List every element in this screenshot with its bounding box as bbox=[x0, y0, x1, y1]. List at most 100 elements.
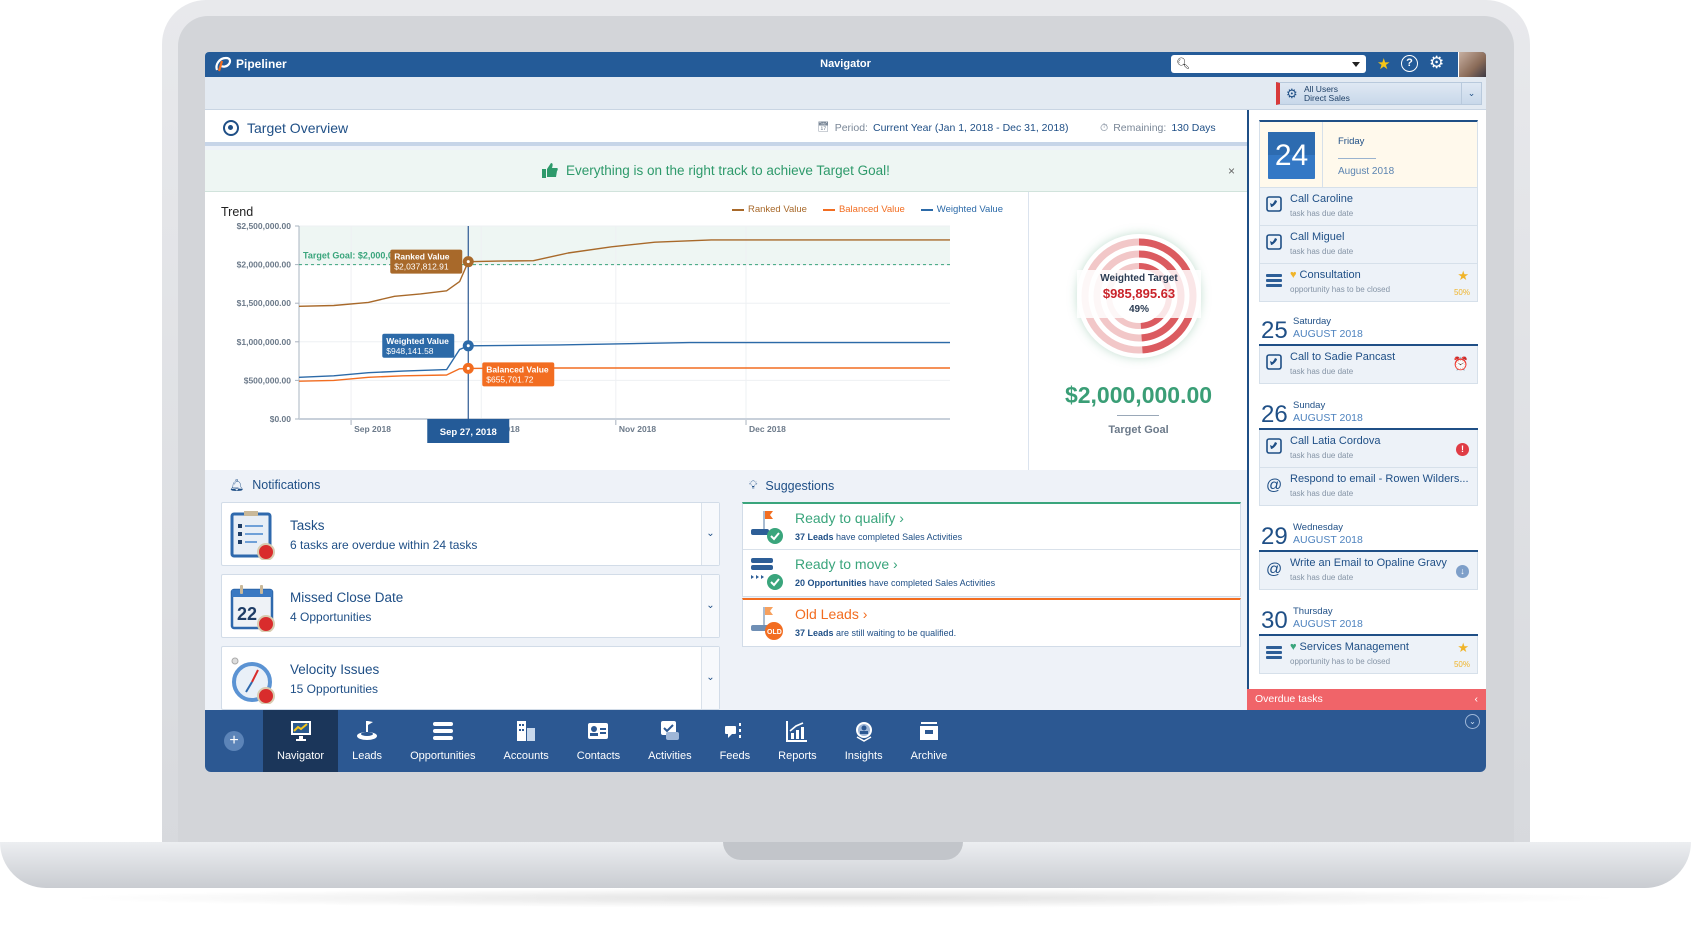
banner-message: Everything is on the right track to achi… bbox=[566, 163, 890, 178]
task-subtitle: opportunity has to be closed bbox=[1290, 285, 1391, 294]
expand-chevron-icon[interactable]: ⌄ bbox=[701, 503, 719, 565]
suggestion-title[interactable]: Ready to move › bbox=[795, 556, 898, 572]
target-goal-panel: Weighted Target $985,895.63 49% $2,000,0… bbox=[1028, 192, 1247, 470]
gauge-value: $985,895.63 bbox=[1102, 286, 1176, 301]
navigator-icon bbox=[289, 720, 313, 745]
notification-card-tasks[interactable]: Tasks 6 tasks are overdue within 24 task… bbox=[221, 502, 720, 566]
agenda-task[interactable]: @ Write an Email to Opaline Gravy task has… bbox=[1259, 552, 1478, 590]
nav-feeds[interactable]: Feeds bbox=[706, 710, 765, 772]
day-month: AUGUST 2018 bbox=[1293, 412, 1363, 424]
suggestions-header: 💡︎ Suggestions bbox=[749, 478, 834, 493]
nav-contacts[interactable]: Contacts bbox=[563, 710, 634, 772]
status-banner: Everything is on the right track to achi… bbox=[205, 150, 1247, 192]
nav-reports[interactable]: Reports bbox=[764, 710, 831, 772]
agenda-task[interactable]: Call Caroline task has due date bbox=[1259, 188, 1478, 226]
today-header: 24 Friday August 2018 bbox=[1259, 120, 1478, 188]
page-title: Target Overview bbox=[247, 120, 349, 136]
archive-icon bbox=[917, 720, 941, 745]
period-label: Period: bbox=[834, 122, 868, 134]
notification-card-missed-close-date[interactable]: 22 Missed Close Date 4 Opportunities ⌄ bbox=[221, 574, 720, 638]
expand-chevron-icon[interactable]: ⌄ bbox=[701, 647, 719, 709]
remaining-value: 130 Days bbox=[1171, 122, 1216, 134]
suggestion-group-ready: Ready to qualify › 37 Leads have complet… bbox=[742, 502, 1241, 597]
alarm-clock-icon: ⏰ bbox=[1452, 356, 1469, 371]
target-overview-header: Target Overview 📅︎ Period: Current Year … bbox=[205, 110, 1247, 146]
trend-chart[interactable]: $0.00 $500,000.00 $1,000,000.00 $1,500,000.… bbox=[205, 192, 1028, 470]
period-value[interactable]: Current Year (Jan 1, 2018 - Dec 31, 2018… bbox=[873, 122, 1069, 134]
laptop-notch bbox=[723, 842, 963, 860]
weighted-target-gauge: Weighted Target $985,895.63 49% bbox=[1077, 234, 1201, 358]
series-marker-dot bbox=[466, 344, 470, 348]
series-marker-dot bbox=[466, 260, 470, 264]
suggestion-ready-to-move[interactable]: Ready to move › 20 Opportunities have co… bbox=[743, 550, 1240, 596]
day-header: 25 Saturday AUGUST 2018 bbox=[1259, 312, 1478, 346]
notification-card-velocity-issues[interactable]: Velocity Issues 15 Opportunities ⌄ bbox=[221, 646, 720, 710]
agenda-task[interactable]: ♥ Services Management opportunity has to b… bbox=[1259, 636, 1478, 674]
nav-insights[interactable]: Insights bbox=[831, 710, 897, 772]
task-subtitle: task has due date bbox=[1290, 209, 1354, 218]
settings-gear-icon[interactable]: ⚙ bbox=[1429, 53, 1444, 73]
nav-archive[interactable]: Archive bbox=[897, 710, 962, 772]
sub-bar: ⚙ All Users Direct Sales ⌄ bbox=[205, 77, 1486, 110]
tooltip-title: Weighted Value bbox=[386, 336, 449, 346]
timer-icon: ⏱ bbox=[1100, 122, 1109, 134]
chevron-down-icon[interactable]: ⌄ bbox=[1461, 83, 1481, 104]
overdue-tasks-label: Overdue tasks bbox=[1255, 693, 1323, 705]
thumbs-up-icon bbox=[542, 163, 558, 178]
top-bar: Pipeliner Navigator 🔍︎ ★ ? ⚙ bbox=[205, 52, 1486, 77]
star-icon[interactable]: ★ bbox=[1457, 268, 1469, 284]
nav-leads[interactable]: Leads bbox=[338, 710, 396, 772]
notification-subtitle: 15 Opportunities bbox=[290, 682, 379, 696]
overdue-tasks-bar[interactable]: Overdue tasks ‹ bbox=[1247, 689, 1486, 710]
suggestion-title[interactable]: Old Leads › bbox=[795, 606, 867, 622]
x-tick-label: Dec 2018 bbox=[749, 424, 786, 434]
search-input[interactable]: 🔍︎ bbox=[1171, 55, 1366, 73]
nav-opportunities[interactable]: Opportunities bbox=[396, 710, 489, 772]
expand-chevron-icon[interactable]: ⌄ bbox=[701, 575, 719, 637]
notification-subtitle: 6 tasks are overdue within 24 tasks bbox=[290, 538, 478, 552]
suggestion-subtitle: 37 Leads are still waiting to be qualifi… bbox=[795, 628, 957, 638]
search-dropdown-icon[interactable] bbox=[1352, 62, 1360, 67]
nav-navigator[interactable]: Navigator bbox=[263, 710, 339, 772]
suggestion-title[interactable]: Ready to qualify › bbox=[795, 510, 904, 526]
at-email-icon: @ bbox=[1266, 476, 1282, 494]
user-filter-select[interactable]: ⚙ All Users Direct Sales ⌄ bbox=[1276, 82, 1482, 105]
day-header: 29 Wednesday AUGUST 2018 bbox=[1259, 518, 1478, 552]
notification-title: Velocity Issues bbox=[290, 662, 380, 677]
stopwatch-icon bbox=[231, 657, 275, 704]
nav-activities[interactable]: Activities bbox=[634, 710, 705, 772]
agenda-task[interactable]: @ Respond to email - Rowen Wilders... task… bbox=[1259, 468, 1478, 506]
agenda-task[interactable]: Call Miguel task has due date bbox=[1259, 226, 1478, 264]
divider bbox=[1117, 415, 1159, 416]
period-selector[interactable]: 📅︎ Period: Current Year (Jan 1, 2018 - D… bbox=[817, 122, 1069, 134]
notifications-title: Notifications bbox=[252, 478, 321, 492]
agenda-task[interactable]: ♥ Consultation opportunity has to be close… bbox=[1259, 264, 1478, 302]
suggestion-old-leads[interactable]: OLD Old Leads › 37 Leads are still waiti… bbox=[743, 600, 1240, 646]
chevron-left-icon[interactable]: ‹ bbox=[1475, 693, 1479, 706]
probability-percent: 50% bbox=[1453, 660, 1470, 669]
help-icon[interactable]: ? bbox=[1401, 55, 1418, 72]
day-header: 30 Thursday AUGUST 2018 bbox=[1259, 602, 1478, 636]
gauge-percent: 49% bbox=[1128, 304, 1149, 315]
suggestion-subtitle: 37 Leads have completed Sales Activities bbox=[795, 532, 963, 542]
favorites-star-icon[interactable]: ★ bbox=[1377, 55, 1390, 73]
at-email-icon: @ bbox=[1266, 560, 1282, 578]
tooltip-title: Balanced Value bbox=[486, 364, 549, 374]
old-lead-icon: OLD bbox=[751, 607, 783, 640]
trend-chart-panel: Trend Ranked Value Balanced Value Weight… bbox=[205, 192, 1028, 470]
task-title: Write an Email to Opaline Gravy bbox=[1290, 557, 1447, 569]
nav-label: Reports bbox=[778, 750, 817, 762]
suggestion-ready-to-qualify[interactable]: Ready to qualify › 37 Leads have complet… bbox=[743, 504, 1240, 550]
y-tick-label: $1,000,000.00 bbox=[237, 337, 292, 347]
close-icon[interactable]: × bbox=[1228, 164, 1235, 178]
agenda-task[interactable]: Call to Sadie Pancast task has due date ⏰ bbox=[1259, 346, 1478, 384]
agenda-task[interactable]: Call Latia Cordova task has due date! bbox=[1259, 430, 1478, 468]
user-avatar[interactable] bbox=[1458, 52, 1486, 77]
nav-accounts[interactable]: Accounts bbox=[490, 710, 563, 772]
collapse-chevron-icon[interactable]: ⌄ bbox=[1465, 714, 1480, 729]
agenda-list[interactable]: 24 Friday August 2018 Call Caroline task … bbox=[1259, 110, 1478, 710]
day-number: 30 bbox=[1261, 607, 1288, 634]
star-icon[interactable]: ★ bbox=[1457, 640, 1469, 656]
add-button[interactable]: + bbox=[224, 731, 244, 751]
task-title: Call Latia Cordova bbox=[1290, 435, 1381, 447]
